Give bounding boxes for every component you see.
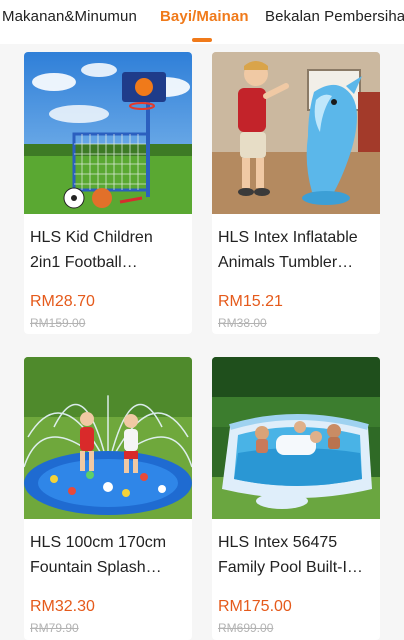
product-name-line: 2in1 Football… bbox=[30, 254, 138, 271]
product-card[interactable]: HLS Intex 56475 Family Pool Built-I… RM1… bbox=[212, 357, 380, 640]
product-name-line: Family Pool Built-I… bbox=[218, 559, 363, 576]
product-price: RM32.30 bbox=[30, 598, 95, 615]
product-image-football-goal[interactable] bbox=[24, 52, 192, 214]
category-tab-bar: Makanan&Minumun Bayi/Mainan Bekalan Pemb… bbox=[0, 0, 404, 44]
product-grid: HLS Kid Children 2in1 Football… RM28.70 … bbox=[0, 44, 404, 640]
tab-makanan-minuman[interactable]: Makanan&Minumun bbox=[2, 8, 137, 25]
product-original-price: RM699.00 bbox=[218, 621, 274, 635]
product-price: RM175.00 bbox=[218, 598, 292, 615]
product-card[interactable]: HLS Kid Children 2in1 Football… RM28.70 … bbox=[24, 52, 192, 334]
product-card[interactable]: HLS Intex Inflatable Animals Tumbler… RM… bbox=[212, 52, 380, 334]
product-original-price: RM79.90 bbox=[30, 621, 79, 635]
product-name[interactable]: HLS 100cm 170cm Fountain Splash… bbox=[30, 530, 186, 580]
product-price: RM28.70 bbox=[30, 293, 95, 310]
active-tab-indicator bbox=[192, 38, 212, 42]
product-name[interactable]: HLS Kid Children 2in1 Football… bbox=[30, 225, 186, 275]
product-name-line: Animals Tumbler… bbox=[218, 254, 354, 271]
product-name-line: HLS Kid Children bbox=[30, 229, 153, 246]
product-name-line: Fountain Splash… bbox=[30, 559, 162, 576]
product-name[interactable]: HLS Intex Inflatable Animals Tumbler… bbox=[218, 225, 374, 275]
product-card[interactable]: HLS 100cm 170cm Fountain Splash… RM32.30… bbox=[24, 357, 192, 640]
product-image-splash-pad[interactable] bbox=[24, 357, 192, 519]
product-name-line: HLS 100cm 170cm bbox=[30, 534, 167, 551]
product-original-price: RM159.00 bbox=[30, 316, 86, 330]
product-name-line: HLS Intex 56475 bbox=[218, 534, 338, 551]
tab-bayi-mainan[interactable]: Bayi/Mainan bbox=[160, 8, 249, 25]
product-name[interactable]: HLS Intex 56475 Family Pool Built-I… bbox=[218, 530, 374, 580]
product-price: RM15.21 bbox=[218, 293, 283, 310]
product-original-price: RM38.00 bbox=[218, 316, 267, 330]
product-image-family-pool[interactable] bbox=[212, 357, 380, 519]
product-name-line: HLS Intex Inflatable bbox=[218, 229, 358, 246]
product-image-dolphin-tumbler[interactable] bbox=[212, 52, 380, 214]
tab-bekalan-pembersihan[interactable]: Bekalan Pembersiha bbox=[265, 8, 404, 25]
